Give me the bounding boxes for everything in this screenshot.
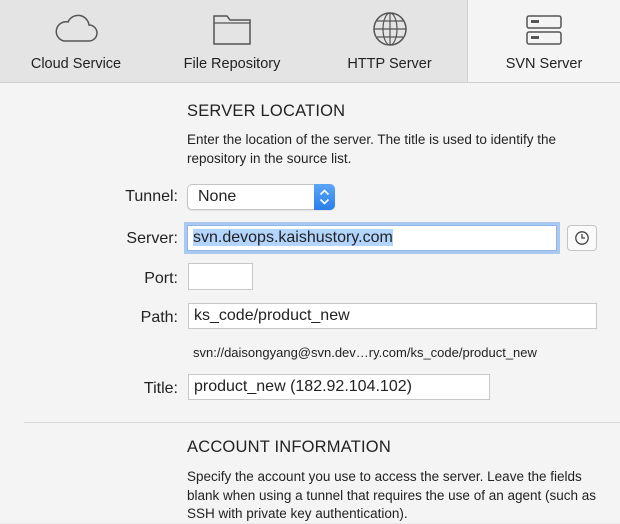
server-location-heading: SERVER LOCATION xyxy=(187,102,346,120)
path-input[interactable]: ks_code/product_new xyxy=(188,303,597,329)
port-input[interactable] xyxy=(188,263,253,290)
clock-icon xyxy=(574,230,590,251)
title-label: Title: xyxy=(143,380,178,397)
server-label: Server: xyxy=(126,230,178,247)
server-input[interactable]: svn.devops.kaishustory.com xyxy=(187,225,557,251)
history-button[interactable] xyxy=(567,225,597,251)
title-input[interactable]: product_new (182.92.104.102) xyxy=(188,374,490,400)
tab-http-server[interactable]: HTTP Server xyxy=(312,0,467,82)
chevron-updown-icon xyxy=(314,184,335,210)
port-label: Port: xyxy=(144,270,178,287)
server-location-description: Enter the location of the server. The ti… xyxy=(187,132,556,166)
globe-icon xyxy=(366,8,414,48)
path-value: ks_code/product_new xyxy=(194,307,350,324)
tab-label: Cloud Service xyxy=(30,56,122,72)
title-value: product_new (182.92.104.102) xyxy=(194,378,412,395)
account-information-description: Specify the account you use to access th… xyxy=(187,469,597,521)
section-divider xyxy=(24,422,620,423)
tab-svn-server[interactable]: SVN Server xyxy=(467,0,620,82)
resolved-url: svn://daisongyang@svn.dev…ry.com/ks_code… xyxy=(193,345,537,360)
toolbar: Cloud Service File Repository HTTP Serve… xyxy=(0,0,620,83)
tab-label: HTTP Server xyxy=(347,56,432,72)
tunnel-select[interactable]: None xyxy=(187,184,335,210)
tab-cloud-service[interactable]: Cloud Service xyxy=(0,0,152,82)
tab-file-repository[interactable]: File Repository xyxy=(152,0,312,82)
tab-label: SVN Server xyxy=(505,56,583,72)
tunnel-value: None xyxy=(198,188,237,205)
tunnel-label: Tunnel: xyxy=(125,188,178,205)
server-icon xyxy=(520,8,568,48)
cloud-icon xyxy=(52,8,100,48)
account-information-heading: ACCOUNT INFORMATION xyxy=(187,438,391,456)
tab-label: File Repository xyxy=(183,56,281,72)
folder-icon xyxy=(208,8,256,48)
path-label: Path: xyxy=(140,309,178,326)
svn-server-pane: SERVER LOCATION Enter the location of th… xyxy=(0,83,620,523)
server-value: svn.devops.kaishustory.com xyxy=(193,229,393,246)
